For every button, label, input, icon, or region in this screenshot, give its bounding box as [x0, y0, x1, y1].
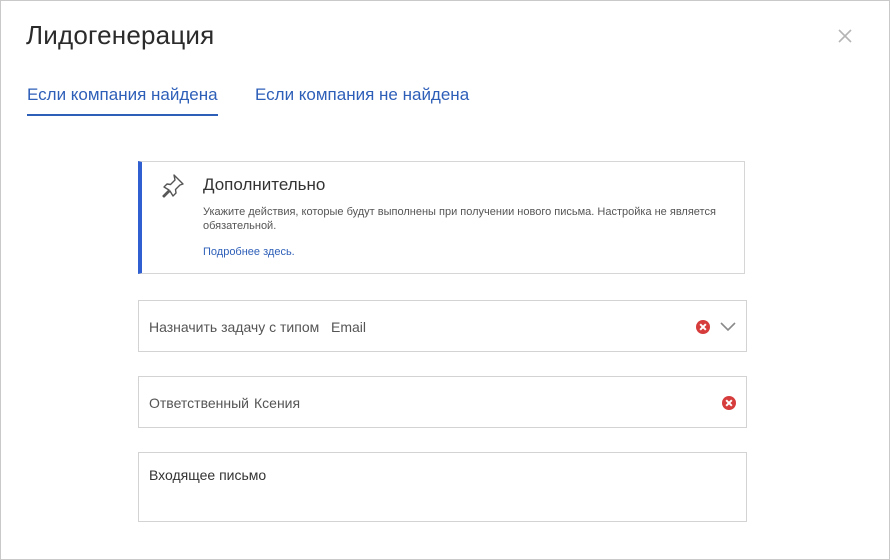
pin-icon: [160, 172, 186, 198]
responsible-value: Ксения: [254, 395, 301, 411]
close-icon[interactable]: [834, 25, 856, 47]
tab-company-found[interactable]: Если компания найдена: [27, 85, 218, 116]
lead-generation-dialog: Лидогенерация Если компания найдена Если…: [0, 0, 890, 560]
info-title: Дополнительно: [203, 175, 326, 194]
info-card: Дополнительно Укажите действия, которые …: [138, 161, 745, 274]
responsible-field[interactable]: Ответственный Ксения: [138, 376, 747, 428]
task-type-label: Назначить задачу с типом: [149, 319, 320, 335]
task-type-value: Email: [331, 319, 367, 335]
tab-company-not-found[interactable]: Если компания не найдена: [255, 85, 469, 114]
task-type-select[interactable]: Назначить задачу с типом Email: [138, 300, 747, 352]
clear-icon[interactable]: [696, 320, 710, 334]
incoming-message-field[interactable]: Входящее письмо: [138, 452, 747, 522]
responsible-label: Ответственный: [149, 395, 249, 411]
learn-more-link[interactable]: Подробнее здесь.: [203, 246, 295, 258]
dialog-title: Лидогенерация: [26, 20, 215, 50]
chevron-down-icon[interactable]: [719, 319, 737, 333]
incoming-message-label: Входящее письмо: [149, 467, 267, 483]
info-description: Укажите действия, которые будут выполнен…: [203, 206, 716, 232]
clear-icon[interactable]: [722, 396, 736, 410]
